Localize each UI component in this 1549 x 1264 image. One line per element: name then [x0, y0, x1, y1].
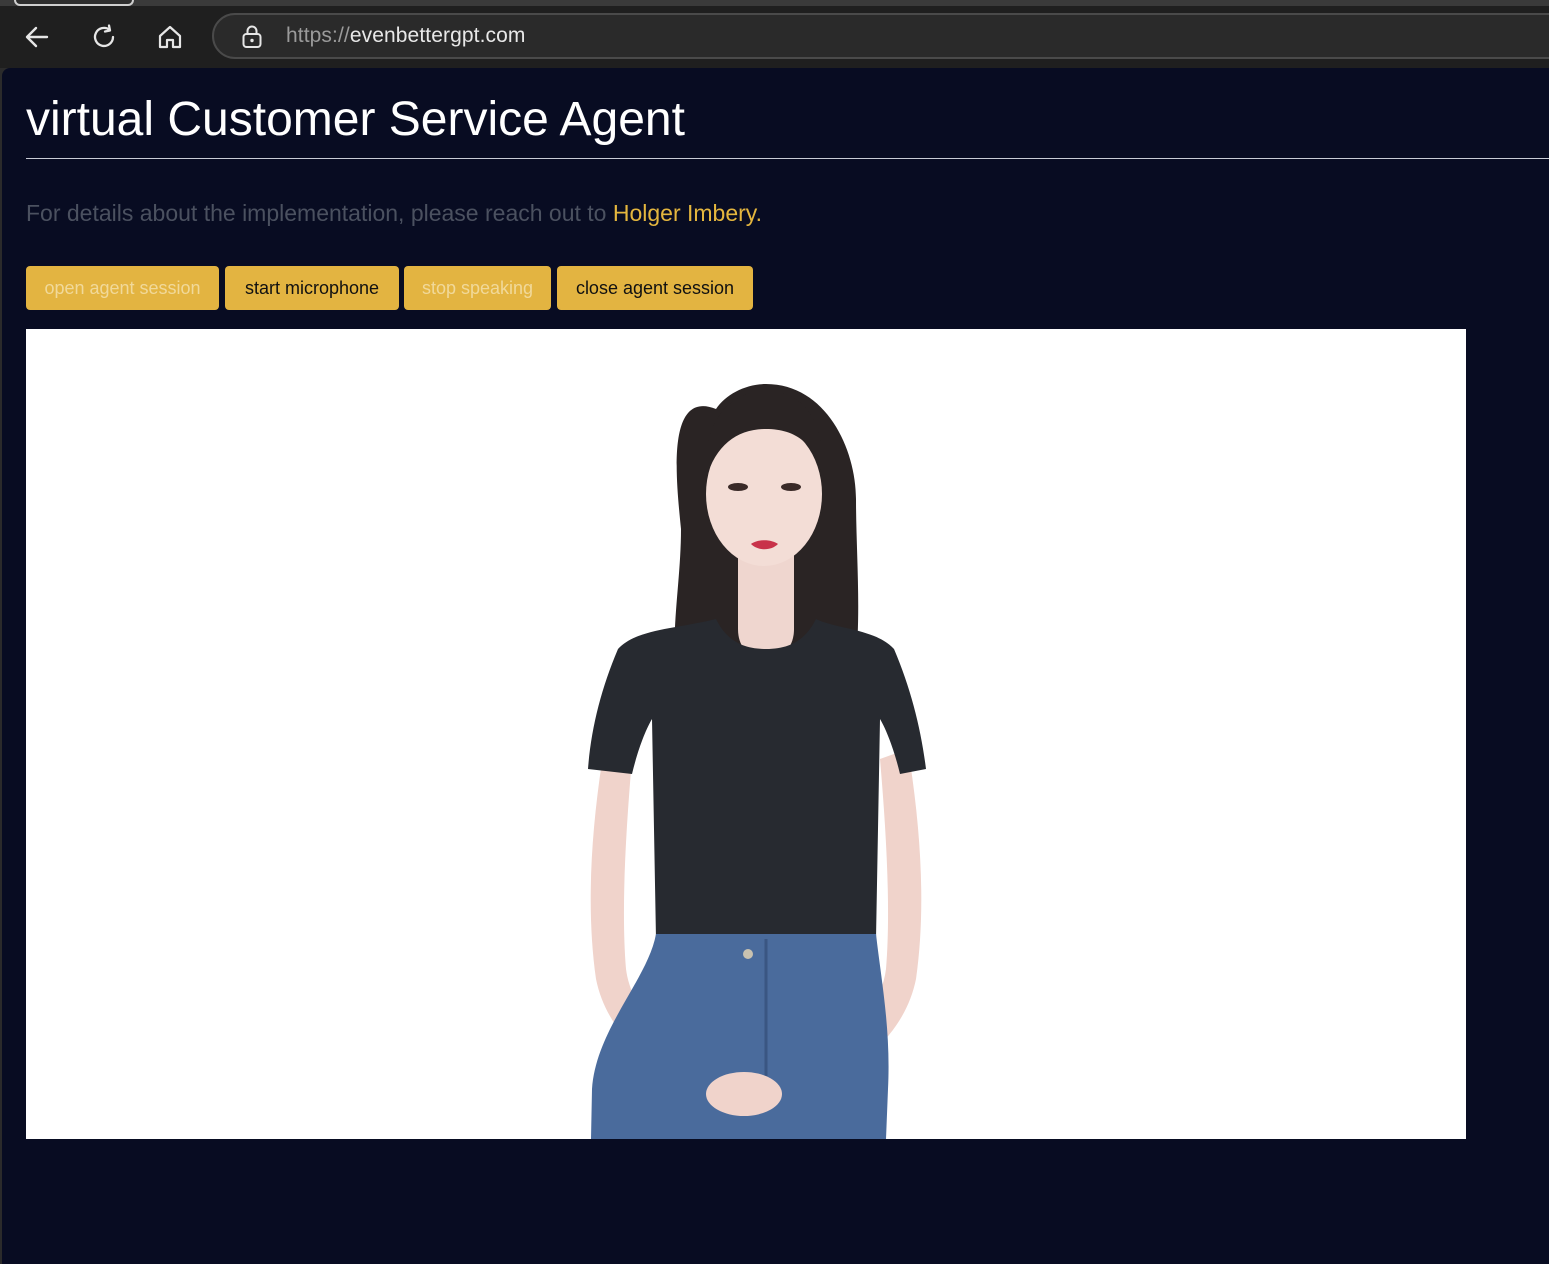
contact-link[interactable]: Holger Imbery. [613, 200, 762, 226]
avatar-video [26, 329, 1466, 1139]
url-scheme: https:// [286, 24, 350, 47]
page-title: virtual Customer Service Agent [26, 93, 685, 146]
home-icon [158, 25, 182, 49]
avatar-shirt [588, 619, 926, 939]
back-button[interactable] [18, 18, 56, 56]
browser-tab[interactable] [14, 0, 134, 6]
stop-speaking-button[interactable]: stop speaking [404, 266, 551, 310]
home-button[interactable] [151, 18, 189, 56]
reload-icon [93, 24, 115, 48]
reload-button[interactable] [85, 18, 123, 56]
url-host: evenbettergpt.com [349, 24, 526, 47]
browser-toolbar: https://evenbettergpt.com [0, 0, 1549, 68]
avatar-hands [706, 1072, 782, 1116]
contact-info: For details about the implementation, pl… [26, 200, 762, 227]
tab-strip [0, 0, 1549, 6]
avatar-figure [588, 384, 926, 1139]
start-microphone-button[interactable]: start microphone [225, 266, 399, 310]
back-arrow-icon [25, 26, 49, 48]
url-text[interactable]: https://evenbettergpt.com [286, 24, 525, 48]
address-bar[interactable]: https://evenbettergpt.com [212, 13, 1549, 59]
open-agent-session-button[interactable]: open agent session [26, 266, 219, 310]
close-agent-session-button[interactable]: close agent session [557, 266, 753, 310]
title-divider [26, 158, 1549, 159]
lock-icon[interactable] [240, 24, 264, 50]
contact-info-text: For details about the implementation, pl… [26, 200, 607, 226]
page-content: virtual Customer Service Agent For detai… [2, 68, 1549, 1264]
